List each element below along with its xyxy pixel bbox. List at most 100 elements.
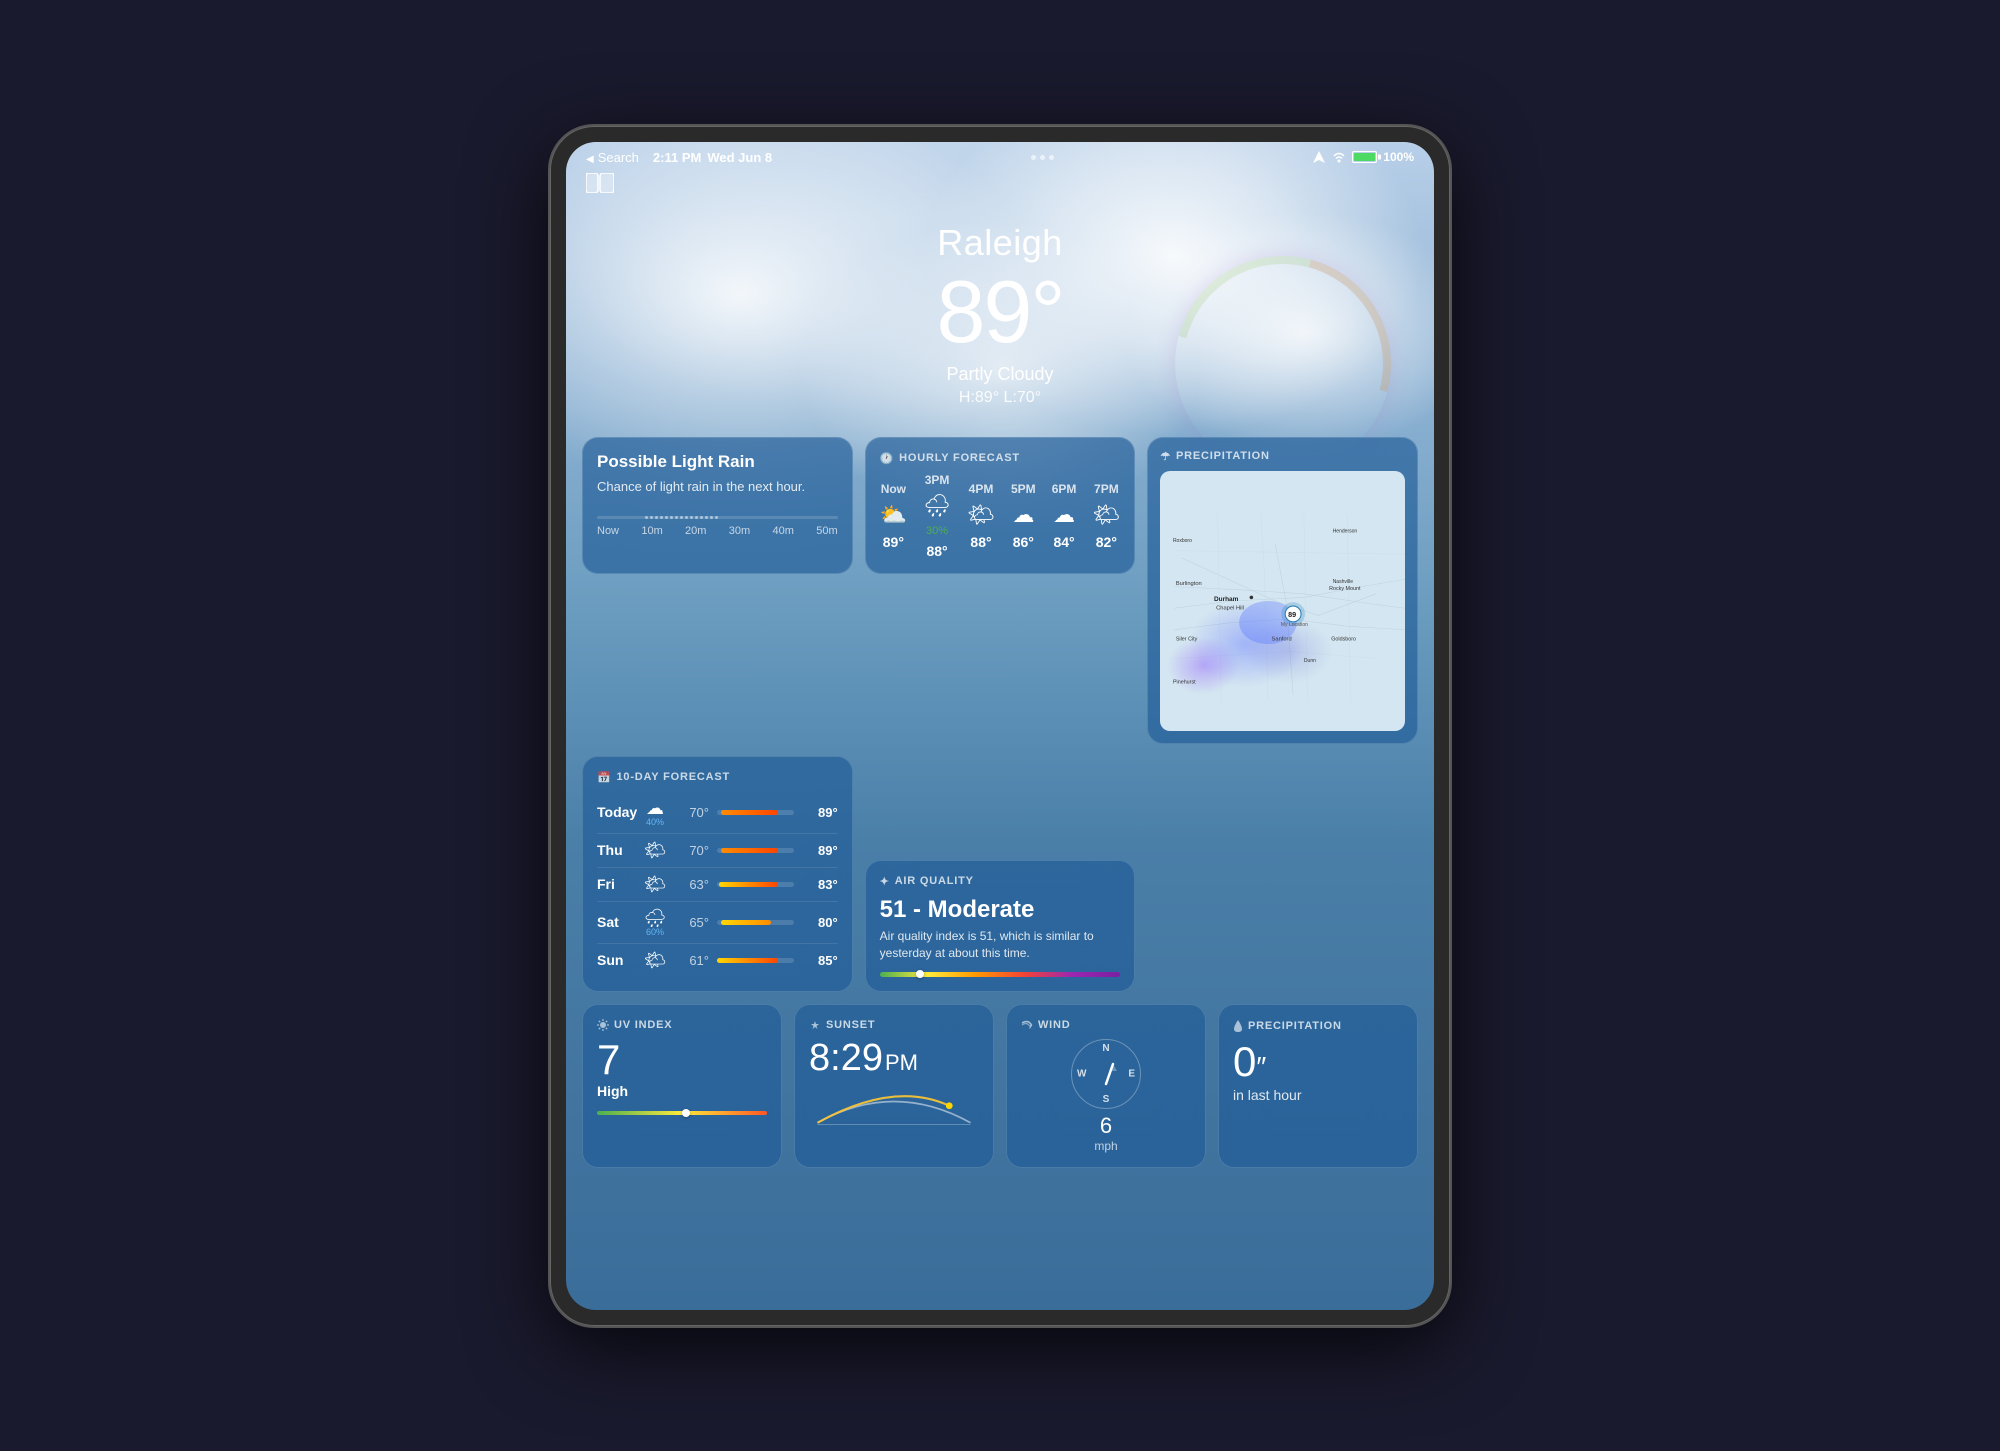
sidebar-toggle-button[interactable] xyxy=(586,173,614,196)
time-40m: 40m xyxy=(772,525,793,537)
compass-south: S xyxy=(1103,1094,1110,1105)
forecast-day-today: Today xyxy=(597,804,637,820)
precip-map-label: ☂ PRECIPITATION xyxy=(1160,450,1405,463)
hour-temp-3pm: 88° xyxy=(926,543,947,559)
wind-speed: 6 xyxy=(1021,1113,1191,1139)
forecast-bar-fill-thu xyxy=(721,848,778,853)
ipad-frame: Search 2:11 PM Wed Jun 8 xyxy=(550,126,1450,1326)
wind-unit: mph xyxy=(1021,1139,1191,1153)
forecast-day-sat: Sat xyxy=(597,914,637,930)
svg-text:Sanford: Sanford xyxy=(1272,636,1292,642)
aqi-indicator xyxy=(916,970,924,978)
timeline-dot xyxy=(680,516,683,519)
status-left: Search 2:11 PM Wed Jun 8 xyxy=(586,150,772,165)
drop-icon xyxy=(1233,1019,1243,1033)
forecast-bar-sat xyxy=(717,920,794,925)
status-right: 100% xyxy=(1312,150,1414,164)
hour-temp-7pm: 82° xyxy=(1096,534,1117,550)
sun-icon xyxy=(597,1019,609,1031)
timeline-dot xyxy=(645,516,648,519)
timeline-dot xyxy=(705,516,708,519)
forecast-low-sun: 61° xyxy=(673,953,709,968)
alert-title: Possible Light Rain xyxy=(597,452,838,472)
hour-item-3pm: 3PM 🌧 30% 88° xyxy=(923,473,951,559)
svg-text:Roxboro: Roxboro xyxy=(1173,537,1192,543)
map-spacer xyxy=(1147,756,1418,992)
forecast-row-sat: Sat 🌧 60% 65° 80° xyxy=(597,902,838,944)
forecast-icon-today: ☁ 40% xyxy=(637,798,673,827)
forecast-day-fri: Fri xyxy=(597,876,637,892)
precip-sublabel: in last hour xyxy=(1233,1087,1403,1103)
city-name: Raleigh xyxy=(566,222,1434,264)
svg-text:Durham: Durham xyxy=(1214,596,1239,603)
map-container[interactable]: Roxboro Henderson Burlington Durham Chap… xyxy=(1160,471,1405,731)
svg-text:Henderson: Henderson xyxy=(1333,528,1358,534)
forecast-low-sat: 65° xyxy=(673,915,709,930)
svg-text:Chapel Hill: Chapel Hill xyxy=(1216,605,1244,611)
hour-item-6pm: 6PM ☁ 84° xyxy=(1052,482,1077,550)
forecast-icon-fri: 🌤 xyxy=(637,874,673,895)
sunset-curve-svg xyxy=(809,1085,979,1135)
precip-bottom-value: 0″ xyxy=(1233,1041,1403,1083)
inch-symbol: ″ xyxy=(1256,1051,1266,1082)
forecast-bar-thu xyxy=(717,848,794,853)
air-quality-card: ✦ AIR QUALITY 51 - Moderate Air quality … xyxy=(865,860,1136,992)
precip-bottom-label: PRECIPITATION xyxy=(1233,1019,1403,1033)
forecast-chance-today: 40% xyxy=(646,817,664,827)
hour-temp-4pm: 88° xyxy=(970,534,991,550)
sunset-icon xyxy=(809,1019,821,1031)
timeline-dot xyxy=(700,516,703,519)
wind-compass: N S E W xyxy=(1071,1039,1141,1109)
forecast-high-sun: 85° xyxy=(802,953,838,968)
dot-1 xyxy=(1031,155,1036,160)
timeline-dot xyxy=(670,516,673,519)
uv-scale-bar xyxy=(597,1111,767,1115)
time-50m: 50m xyxy=(816,525,837,537)
forecast-low-fri: 63° xyxy=(673,877,709,892)
svg-text:Burlington: Burlington xyxy=(1176,581,1202,587)
forecast-high-thu: 89° xyxy=(802,843,838,858)
hour-icon-7pm: 🌤 xyxy=(1092,502,1120,528)
date-label: Wed Jun 8 xyxy=(707,150,772,165)
timeline-dot xyxy=(710,516,713,519)
hour-item-4pm: 4PM 🌤 88° xyxy=(967,482,995,550)
svg-text:Siler City: Siler City xyxy=(1176,636,1198,642)
hour-time-now: Now xyxy=(881,482,906,496)
time-10m: 10m xyxy=(641,525,662,537)
ipad-screen: Search 2:11 PM Wed Jun 8 xyxy=(566,142,1434,1310)
time-label: 2:11 PM xyxy=(653,150,701,165)
middle-grid: 📅 10-DAY FORECAST Today ☁ 40% 70° 89° xyxy=(566,756,1434,992)
forecast-bar-fri xyxy=(717,882,794,887)
svg-text:Nashville: Nashville xyxy=(1333,579,1354,585)
hour-temp-5pm: 86° xyxy=(1013,534,1034,550)
hourly-label: 🕐 HOURLY FORECAST xyxy=(880,452,1121,465)
search-button[interactable]: Search xyxy=(586,150,639,165)
timeline-dot xyxy=(660,516,663,519)
timeline-dot xyxy=(695,516,698,519)
hour-icon-5pm: ☁ xyxy=(1012,502,1034,528)
battery-percent: 100% xyxy=(1383,150,1414,164)
forecast-chance-sat: 60% xyxy=(646,927,664,937)
sunset-label: SUNSET xyxy=(809,1019,979,1031)
precip-bottom-card: PRECIPITATION 0″ in last hour xyxy=(1218,1004,1418,1168)
hour-item-now: Now ⛅ 89° xyxy=(880,482,907,550)
search-label: Search xyxy=(598,150,639,165)
svg-text:Rocky Mount: Rocky Mount xyxy=(1329,586,1361,592)
forecast-row-thu: Thu 🌤 70° 89° xyxy=(597,834,838,868)
timeline-dots xyxy=(645,515,826,520)
compass-north: N xyxy=(1102,1043,1109,1054)
timeline-dot xyxy=(665,516,668,519)
hour-temp-6pm: 84° xyxy=(1053,534,1074,550)
forecast-low-thu: 70° xyxy=(673,843,709,858)
forecast-bar-fill-sat xyxy=(721,920,771,925)
tenday-forecast-card: 📅 10-DAY FORECAST Today ☁ 40% 70° 89° xyxy=(582,756,853,992)
compass-arrow-svg xyxy=(1091,1059,1121,1089)
hour-icon-4pm: 🌤 xyxy=(967,502,995,528)
forecast-high-sat: 80° xyxy=(802,915,838,930)
forecast-low-today: 70° xyxy=(673,805,709,820)
battery-icon xyxy=(1352,151,1377,163)
timeline-dot xyxy=(675,516,678,519)
svg-text:My Location: My Location xyxy=(1281,622,1308,628)
wifi-icon xyxy=(1332,150,1346,164)
timeline-dot xyxy=(685,516,688,519)
